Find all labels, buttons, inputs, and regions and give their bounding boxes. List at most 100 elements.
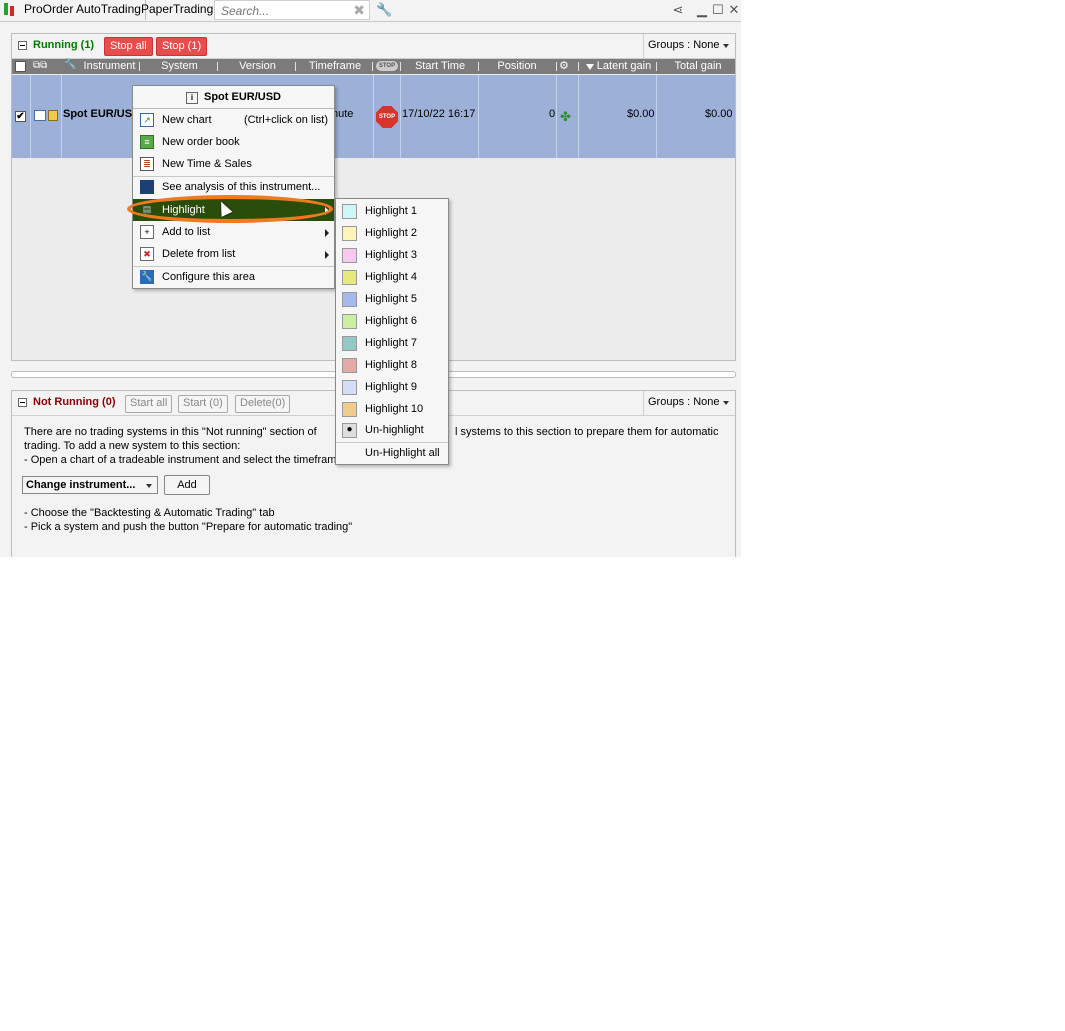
not-running-title: Not Running (0) — [33, 396, 116, 408]
highlight-option-6[interactable]: Highlight 6 — [336, 310, 448, 332]
color-swatch-icon — [342, 358, 357, 373]
chart-list-icon: ⧉⧉ — [33, 60, 48, 71]
context-menu-title: i Spot EUR/USD — [133, 86, 334, 109]
col-latent-gain[interactable]: Latent gain — [596, 59, 652, 74]
info-icon: i — [186, 92, 198, 104]
sort-desc-icon — [586, 64, 594, 70]
row-instrument: Spot EUR/USD — [63, 108, 140, 120]
groups-label: Groups : None — [648, 39, 720, 51]
chevron-down-icon — [723, 44, 729, 48]
tab-papertrading[interactable]: PaperTrading — [137, 0, 219, 20]
top-toolbar: ProOrder AutoTrading PaperTrading ✖ 🔧 ⋖ … — [0, 0, 741, 22]
search-box: ✖ — [214, 0, 370, 20]
gear-icon: ⚙ — [559, 60, 569, 72]
highlight-option-label: Highlight 2 — [365, 227, 417, 239]
menu-item-new-chart[interactable]: ↗ New chart (Ctrl+click on list) — [133, 109, 334, 131]
start-selected-button[interactable]: Start (0) — [178, 395, 228, 413]
highlight-option-2[interactable]: Highlight 2 — [336, 222, 448, 244]
stop-system-icon[interactable]: STOP — [376, 106, 398, 128]
color-swatch-icon — [342, 402, 357, 417]
col-total-gain[interactable]: Total gain — [670, 59, 726, 74]
context-menu: i Spot EUR/USD ↗ New chart (Ctrl+click on… — [132, 85, 335, 289]
table-row[interactable]: ✔ Spot EUR/USD nute STOP 17/10/22 16:17 … — [12, 75, 735, 158]
stop-column-icon: STOP — [376, 61, 398, 71]
color-swatch-icon — [342, 314, 357, 329]
start-all-button[interactable]: Start all — [125, 395, 173, 413]
menu-item-new-time-sales[interactable]: ≣ New Time & Sales — [133, 153, 334, 175]
highlight-option-1[interactable]: Highlight 1 — [336, 200, 448, 222]
change-instrument-select[interactable]: Change instrument... — [22, 476, 158, 494]
network-icon[interactable]: ✤ — [560, 109, 571, 125]
info-text-3: - Open a chart of a tradeable instrument… — [24, 454, 343, 466]
add-button[interactable]: Add — [164, 475, 210, 495]
color-swatch-icon — [342, 248, 357, 263]
chevron-right-icon — [325, 251, 329, 259]
highlight-option-label: Highlight 6 — [365, 315, 417, 327]
menu-item-add-to-list[interactable]: + Add to list — [133, 221, 334, 243]
share-icon[interactable]: ⋖ — [670, 2, 686, 18]
maximize-icon[interactable]: ☐ — [710, 2, 726, 18]
menu-item-configure[interactable]: 🔧 Configure this area — [133, 266, 334, 288]
order-book-icon: ≡ — [140, 135, 154, 149]
select-all-checkbox[interactable]: ✔ — [15, 61, 26, 72]
col-version[interactable]: Version — [230, 59, 285, 74]
highlight-unhighlight-all[interactable]: Un-Highlight all — [336, 442, 448, 464]
highlight-option-8[interactable]: Highlight 8 — [336, 354, 448, 376]
list-icon[interactable] — [48, 110, 58, 121]
chevron-down-icon — [146, 484, 152, 488]
highlight-option-7[interactable]: Highlight 7 — [336, 332, 448, 354]
highlight-option-10[interactable]: Highlight 10 — [336, 398, 448, 420]
highlight-unhighlight[interactable]: ● Un-highlight — [336, 419, 448, 441]
configure-icon: 🔧 — [140, 270, 154, 284]
highlight-option-label: Highlight 3 — [365, 249, 417, 261]
chart-icon[interactable] — [34, 110, 46, 121]
row-timeframe: nute — [332, 108, 354, 120]
minimize-icon[interactable]: ▁ — [694, 2, 710, 18]
stop-selected-button[interactable]: Stop (1) — [156, 37, 208, 56]
stop-all-button[interactable]: Stop all — [104, 37, 153, 56]
change-instrument-label: Change instrument... — [26, 479, 136, 491]
close-icon[interactable]: ✕ — [726, 2, 741, 18]
search-input[interactable] — [219, 2, 353, 20]
col-timeframe[interactable]: Timeframe — [305, 59, 365, 74]
color-swatch-icon — [342, 336, 357, 351]
clear-search-icon[interactable]: ✖ — [353, 1, 365, 19]
row-checkbox[interactable]: ✔ — [15, 111, 26, 122]
highlight-option-4[interactable]: Highlight 4 — [336, 266, 448, 288]
collapse-icon[interactable] — [18, 398, 27, 407]
col-system[interactable]: System — [152, 59, 207, 74]
info-text-5: - Pick a system and push the button "Pre… — [24, 521, 353, 533]
highlight-option-label: Highlight 10 — [365, 403, 424, 415]
wrench-icon[interactable]: 🔧 — [376, 2, 392, 18]
col-start-time[interactable]: Start Time — [410, 59, 470, 74]
highlight-option-label: Highlight 4 — [365, 271, 417, 283]
highlight-option-9[interactable]: Highlight 9 — [336, 376, 448, 398]
col-instrument[interactable]: Instrument — [82, 59, 137, 74]
col-position[interactable]: Position — [492, 59, 542, 74]
collapse-icon[interactable] — [18, 41, 27, 50]
highlight-option-label: Highlight 9 — [365, 381, 417, 393]
app-window: ProOrder AutoTrading PaperTrading ✖ 🔧 ⋖ … — [0, 0, 741, 557]
add-list-icon: + — [140, 225, 154, 239]
row-position: 0 — [549, 108, 556, 120]
table-header: ✔ ⧉⧉ 🔧 Instrument System Version Timefra… — [12, 59, 735, 74]
groups-select[interactable]: Groups : None — [643, 34, 735, 58]
groups-select[interactable]: Groups : None — [643, 391, 735, 415]
delete-selected-button[interactable]: Delete(0) — [235, 395, 291, 413]
tab-proorder[interactable]: ProOrder AutoTrading — [20, 0, 146, 20]
highlight-submenu: Highlight 10 Highlight 9 Highlight 8 Highli… — [335, 198, 449, 465]
color-swatch-icon — [342, 226, 357, 241]
highlight-option-label: Highlight 5 — [365, 293, 417, 305]
color-swatch-icon — [342, 204, 357, 219]
chart-icon: ↗ — [140, 113, 154, 127]
candlestick-icon — [4, 3, 8, 15]
row-start-time: 17/10/22 16:17 — [402, 108, 476, 120]
row-total-gain: $0.00 — [705, 108, 733, 120]
groups-label: Groups : None — [648, 396, 720, 408]
highlight-option-3[interactable]: Highlight 3 — [336, 244, 448, 266]
menu-item-delete-from-list[interactable]: ✖ Delete from list — [133, 243, 334, 265]
time-sales-icon: ≣ — [140, 157, 154, 171]
wrench-icon: 🔧 — [64, 59, 77, 70]
menu-item-new-order-book[interactable]: ≡ New order book — [133, 131, 334, 153]
highlight-option-5[interactable]: Highlight 5 — [336, 288, 448, 310]
